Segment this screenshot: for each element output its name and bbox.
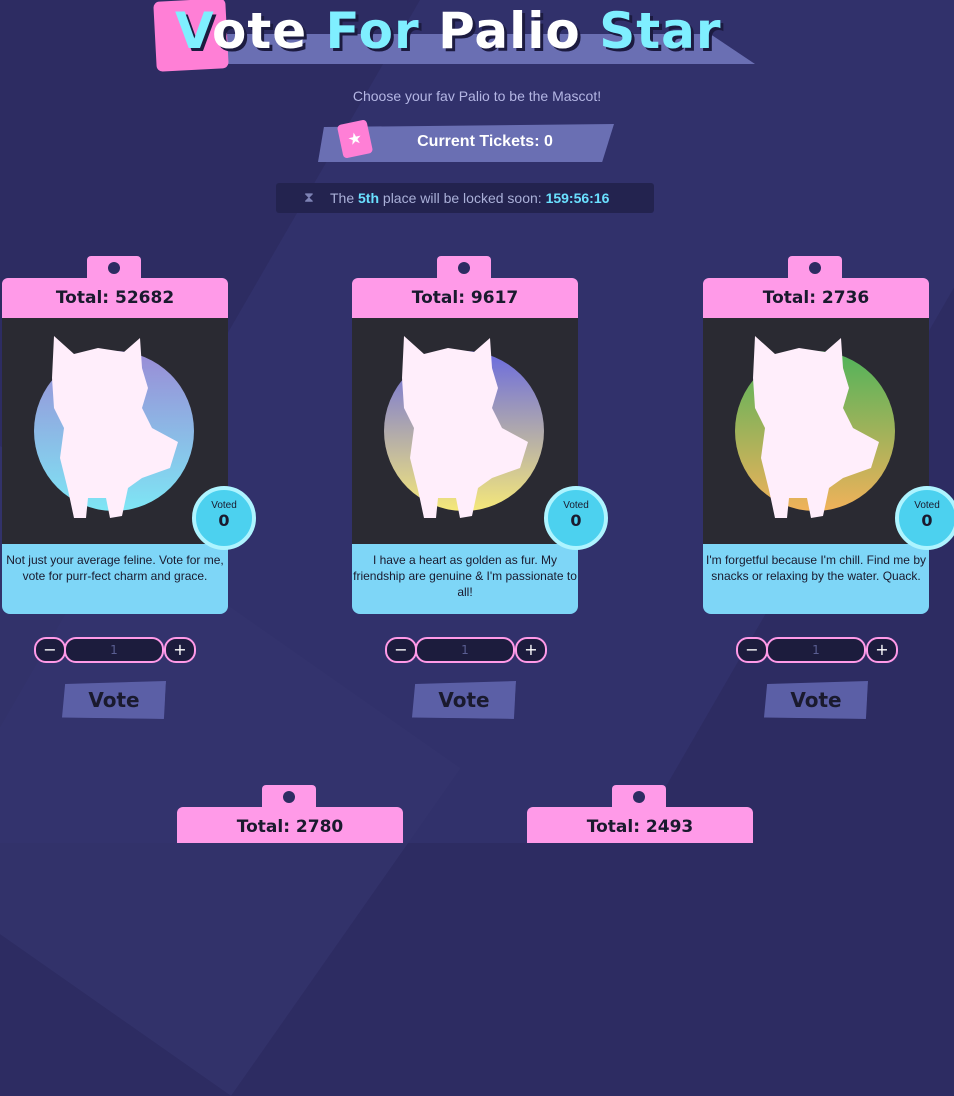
voted-label: Voted <box>211 500 237 511</box>
title-word-palio: Palio <box>419 2 600 60</box>
countdown-bar: ⧗ The 5th place will be locked soon: 159… <box>276 183 654 213</box>
candidate-card: Total: 2780 <box>177 785 403 843</box>
page-title: Vote For Palio Star <box>153 0 775 72</box>
voted-count: 0 <box>921 511 933 530</box>
candidate-card: Total: 52682 Not just your average felin… <box>2 256 256 616</box>
title-letter-v: V <box>175 2 212 60</box>
candidate-card: Total: 9617 I have a heart as golden as … <box>352 256 608 616</box>
card-total: Total: 2736 <box>703 278 929 318</box>
card-total: Total: 2493 <box>527 807 753 843</box>
voted-label: Voted <box>914 500 940 511</box>
title-word-star: Star <box>599 2 722 60</box>
voted-badge: Voted 0 <box>544 486 608 550</box>
voted-label: Voted <box>563 500 589 511</box>
minus-icon[interactable]: − <box>736 637 768 663</box>
title-text: Vote For Palio Star <box>175 2 722 60</box>
quantity-input[interactable]: 1 <box>415 637 515 663</box>
plus-icon[interactable]: + <box>515 637 547 663</box>
plus-icon[interactable]: + <box>164 637 196 663</box>
card-total: Total: 52682 <box>2 278 228 318</box>
quantity-input[interactable]: 1 <box>766 637 866 663</box>
vote-button[interactable]: Vote <box>62 681 166 719</box>
candidate-card: Total: 2493 <box>527 785 753 843</box>
countdown-middle: place will be locked soon: <box>379 190 546 206</box>
card-total: Total: 2780 <box>177 807 403 843</box>
minus-icon[interactable]: − <box>34 637 66 663</box>
countdown-place: 5th <box>358 190 380 206</box>
vote-button[interactable]: Vote <box>764 681 868 719</box>
countdown-prefix: The <box>330 190 359 206</box>
card-description: I have a heart as golden as fur. My frie… <box>352 544 578 614</box>
voted-badge: Voted 0 <box>192 486 256 550</box>
title-word-vote: ote <box>211 2 326 60</box>
countdown-text: The 5th place will be locked soon: 159:5… <box>330 190 609 206</box>
candidate-card: Total: 2736 I'm forgetful because I'm ch… <box>703 256 954 616</box>
minus-icon[interactable]: − <box>385 637 417 663</box>
subtitle: Choose your fav Palio to be the Mascot! <box>352 88 602 104</box>
countdown-time: 159:56:16 <box>545 190 610 206</box>
hourglass-icon: ⧗ <box>304 189 314 205</box>
quantity-input[interactable]: 1 <box>64 637 164 663</box>
card-total: Total: 9617 <box>352 278 578 318</box>
vote-button[interactable]: Vote <box>412 681 516 719</box>
tickets-label: Current Tickets: 0 <box>417 133 553 150</box>
card-description: Not just your average feline. Vote for m… <box>2 544 228 614</box>
plus-icon[interactable]: + <box>866 637 898 663</box>
voted-count: 0 <box>570 511 582 530</box>
card-description: I'm forgetful because I'm chill. Find me… <box>703 544 929 614</box>
voted-count: 0 <box>218 511 230 530</box>
title-word-for: For <box>325 2 420 60</box>
voted-badge: Voted 0 <box>895 486 954 550</box>
